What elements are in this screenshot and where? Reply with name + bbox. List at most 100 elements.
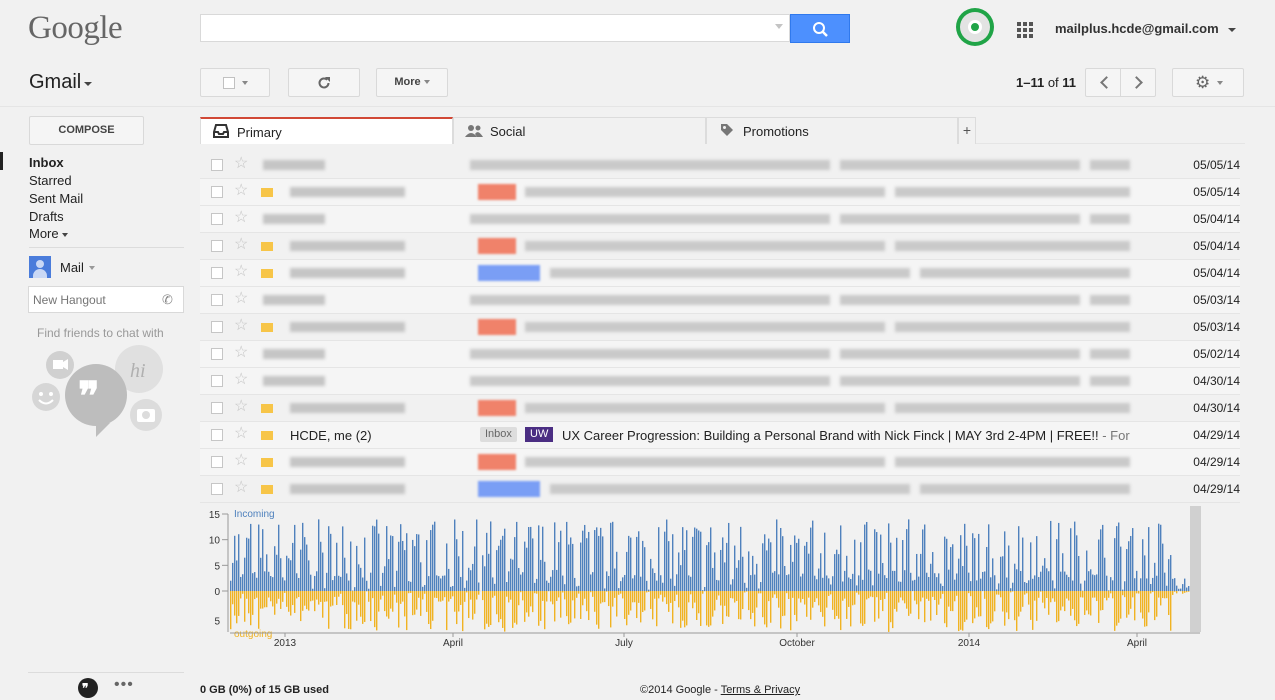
- table-row[interactable]: ☆ 05/05/14: [200, 179, 1240, 206]
- gmail-app-switcher[interactable]: Gmail: [29, 71, 81, 94]
- newer-page-button[interactable]: [1085, 68, 1121, 97]
- outgoing-bar: [1066, 591, 1068, 599]
- chart-range-handle[interactable]: [1190, 506, 1201, 632]
- outgoing-bar: [254, 591, 256, 600]
- sidebar-item-drafts[interactable]: Drafts: [29, 209, 64, 224]
- row-checkbox[interactable]: [211, 267, 223, 279]
- table-row[interactable]: ☆ 05/02/14: [200, 341, 1240, 368]
- outgoing-bar: [598, 591, 600, 629]
- status-chevron-down-icon[interactable]: [89, 266, 95, 270]
- star-icon[interactable]: ☆: [234, 452, 248, 470]
- hangouts-status-label[interactable]: Mail: [60, 260, 84, 275]
- user-avatar-icon[interactable]: [29, 256, 51, 278]
- tab-primary[interactable]: Primary: [200, 117, 453, 144]
- google-logo[interactable]: Google: [28, 10, 123, 47]
- importance-marker-icon[interactable]: [261, 431, 273, 440]
- table-row[interactable]: ☆ 05/04/14: [200, 233, 1240, 260]
- row-checkbox[interactable]: [211, 348, 223, 360]
- sidebar-item-sent-mail[interactable]: Sent Mail: [29, 191, 83, 206]
- table-row[interactable]: ☆ 04/29/14: [200, 449, 1240, 476]
- row-checkbox[interactable]: [211, 402, 223, 414]
- settings-button[interactable]: ⚙: [1172, 68, 1244, 97]
- incoming-bar: [316, 571, 318, 591]
- star-icon[interactable]: ☆: [234, 344, 248, 362]
- table-row[interactable]: ☆ 05/04/14: [200, 260, 1240, 287]
- account-chevron-down-icon[interactable]: [1228, 28, 1236, 32]
- star-icon[interactable]: ☆: [234, 182, 248, 200]
- table-row[interactable]: ☆ 04/30/14: [200, 395, 1240, 422]
- older-page-button[interactable]: [1120, 68, 1156, 97]
- compose-button[interactable]: COMPOSE: [29, 116, 144, 145]
- importance-marker-icon[interactable]: [261, 188, 273, 197]
- new-hangout-input[interactable]: [28, 286, 184, 313]
- refresh-button[interactable]: [288, 68, 360, 97]
- row-checkbox[interactable]: [211, 375, 223, 387]
- table-row[interactable]: ☆ HCDE, me (2) Inbox UW UX Career Progressio…: [200, 422, 1240, 449]
- importance-marker-icon[interactable]: [261, 269, 273, 278]
- apps-grid-icon[interactable]: [1017, 22, 1033, 38]
- row-checkbox[interactable]: [211, 186, 223, 198]
- star-icon[interactable]: ☆: [234, 425, 248, 443]
- table-row[interactable]: ☆ 04/29/14: [200, 476, 1240, 503]
- sidebar-item-more[interactable]: More: [29, 226, 68, 241]
- profile-avatar[interactable]: [956, 8, 994, 46]
- star-icon[interactable]: ☆: [234, 398, 248, 416]
- importance-marker-icon[interactable]: [261, 323, 273, 332]
- sidebar-item-inbox[interactable]: Inbox: [29, 155, 64, 170]
- app-switcher-chevron-down-icon[interactable]: [84, 82, 92, 86]
- hangouts-icon[interactable]: ❞: [78, 678, 98, 698]
- star-icon[interactable]: ☆: [234, 236, 248, 254]
- row-checkbox[interactable]: [211, 321, 223, 333]
- star-icon[interactable]: ☆: [234, 371, 248, 389]
- search-button[interactable]: [790, 14, 850, 43]
- table-row[interactable]: ☆ 05/05/14: [200, 152, 1240, 179]
- importance-marker-icon[interactable]: [261, 242, 273, 251]
- row-checkbox[interactable]: [211, 483, 223, 495]
- outgoing-bar: [482, 591, 484, 601]
- search-options-chevron-icon[interactable]: [775, 24, 783, 29]
- redacted-subject: [895, 457, 1130, 467]
- incoming-bar: [970, 581, 972, 591]
- incoming-bar: [980, 578, 982, 591]
- star-icon[interactable]: ☆: [234, 317, 248, 335]
- row-checkbox[interactable]: [211, 456, 223, 468]
- star-icon[interactable]: ☆: [234, 263, 248, 281]
- inbox-label-chip[interactable]: Inbox: [480, 427, 517, 442]
- outgoing-bar: [690, 591, 692, 595]
- importance-marker-icon[interactable]: [261, 404, 273, 413]
- more-options-icon[interactable]: •••: [114, 676, 134, 694]
- tab-social[interactable]: Social: [453, 117, 706, 144]
- account-email[interactable]: mailplus.hcde@gmail.com: [1055, 21, 1219, 36]
- phone-icon[interactable]: ✆: [162, 292, 173, 308]
- importance-marker-icon[interactable]: [261, 458, 273, 467]
- incoming-bar: [972, 533, 974, 591]
- search-input[interactable]: [200, 14, 790, 42]
- tab-promotions[interactable]: Promotions: [706, 117, 958, 144]
- row-checkbox[interactable]: [211, 294, 223, 306]
- row-checkbox[interactable]: [211, 159, 223, 171]
- select-all-checkbox[interactable]: [223, 77, 235, 89]
- star-icon[interactable]: ☆: [234, 155, 248, 173]
- row-checkbox[interactable]: [211, 213, 223, 225]
- star-icon[interactable]: ☆: [234, 290, 248, 308]
- add-tab-button[interactable]: +: [958, 117, 976, 144]
- outgoing-bar: [974, 591, 976, 619]
- sidebar-item-starred[interactable]: Starred: [29, 173, 72, 188]
- more-actions-button[interactable]: More: [376, 68, 448, 97]
- table-row[interactable]: ☆ 04/30/14: [200, 368, 1240, 395]
- table-row[interactable]: ☆ 05/03/14: [200, 287, 1240, 314]
- uw-label-chip[interactable]: UW: [525, 427, 554, 442]
- outgoing-bar: [440, 591, 442, 602]
- outgoing-bar: [1188, 591, 1190, 592]
- select-all-button[interactable]: [200, 68, 270, 97]
- table-row[interactable]: ☆ 05/03/14: [200, 314, 1240, 341]
- row-checkbox[interactable]: [211, 429, 223, 441]
- star-icon[interactable]: ☆: [234, 479, 248, 497]
- importance-marker-icon[interactable]: [261, 485, 273, 494]
- terms-privacy-link[interactable]: Terms & Privacy: [721, 684, 800, 696]
- table-row[interactable]: ☆ 05/04/14: [200, 206, 1240, 233]
- star-icon[interactable]: ☆: [234, 209, 248, 227]
- incoming-bar: [1162, 543, 1164, 591]
- outgoing-bar: [382, 591, 384, 596]
- row-checkbox[interactable]: [211, 240, 223, 252]
